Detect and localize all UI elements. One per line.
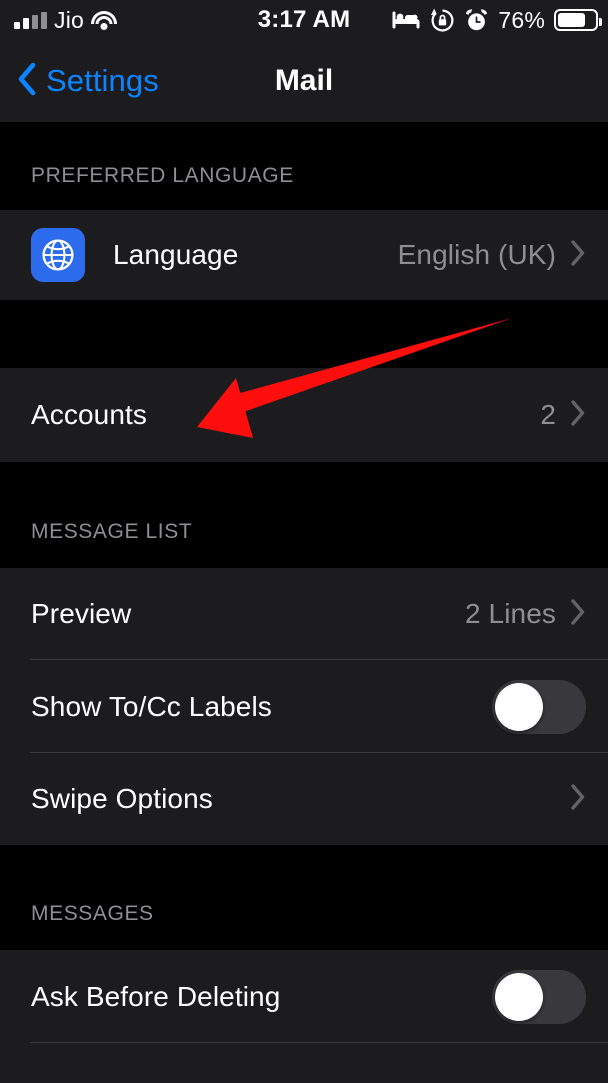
row-swipe-options[interactable]: Swipe Options: [0, 753, 608, 845]
row-label: Accounts: [31, 399, 147, 430]
chevron-right-icon: [570, 239, 586, 272]
row-label: Preview: [31, 598, 132, 629]
row-accessory: English (UK): [398, 239, 586, 272]
toggle-ask-before-deleting[interactable]: [492, 969, 586, 1024]
row-partial-next[interactable]: [0, 1043, 608, 1083]
row-language[interactable]: Language English (UK): [0, 210, 608, 300]
row-label: Ask Before Deleting: [31, 980, 281, 1012]
row-ask-before-deleting[interactable]: Ask Before Deleting: [0, 950, 608, 1043]
row-accessory: [570, 783, 586, 816]
row-accessory: [492, 969, 586, 1024]
navigation-bar: Settings Mail: [0, 40, 608, 122]
status-bar-right: 76%: [391, 6, 602, 34]
section-header-message-list: MESSAGE LIST: [31, 520, 193, 543]
battery-percent-label: 76%: [498, 6, 545, 33]
row-accounts[interactable]: Accounts 2: [0, 368, 608, 462]
status-bar: Jio 3:17 AM 76%: [0, 0, 608, 40]
toggle-knob: [495, 972, 543, 1021]
rotation-lock-icon: [430, 8, 455, 33]
row-value: 2: [540, 399, 556, 430]
page-title: Mail: [274, 64, 334, 97]
alarm-clock-icon: [464, 8, 489, 33]
section-header-preferred-language: PREFERRED LANGUAGE: [31, 164, 294, 187]
chevron-right-icon: [570, 783, 586, 816]
bed-icon: [391, 9, 421, 31]
group-preferred-language: Language English (UK): [0, 210, 608, 300]
row-show-to-cc-labels[interactable]: Show To/Cc Labels: [0, 660, 608, 753]
row-label: Show To/Cc Labels: [31, 690, 272, 722]
group-messages: Ask Before Deleting: [0, 950, 608, 1083]
battery-icon: [554, 9, 602, 31]
row-accessory: [492, 679, 586, 734]
toggle-knob: [495, 682, 543, 731]
row-label: Language: [113, 239, 239, 270]
chevron-right-icon: [570, 399, 586, 432]
settings-list: PREFERRED LANGUAGE Language English (UK): [0, 122, 608, 1083]
row-preview[interactable]: Preview 2 Lines: [0, 568, 608, 660]
group-accounts: Accounts 2: [0, 368, 608, 462]
row-value: English (UK): [397, 239, 556, 270]
group-message-list: Preview 2 Lines Show To/Cc Labels Swipe …: [0, 568, 608, 845]
globe-icon: [31, 228, 85, 282]
row-accessory: 2 Lines: [465, 598, 586, 631]
chevron-right-icon: [570, 598, 586, 631]
row-accessory: 2: [540, 399, 586, 432]
section-header-accounts: [0, 300, 608, 368]
section-header-messages: MESSAGES: [31, 902, 154, 925]
row-value: 2 Lines: [465, 598, 556, 629]
row-label: Swipe Options: [31, 783, 213, 814]
toggle-show-to-cc-labels[interactable]: [492, 679, 586, 734]
